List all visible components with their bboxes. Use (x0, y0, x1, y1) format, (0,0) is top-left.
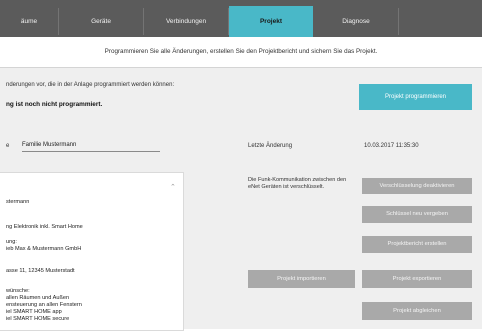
pending-changes-text: nderungen vor, die in der Anlage program… (6, 82, 175, 88)
notes-line: asse 11, 12345 Musterstadt (6, 268, 75, 274)
encryption-info-text: Die Funk-Kommunikation zwischen den eNet… (248, 177, 347, 190)
tab-divider (398, 8, 399, 35)
notes-line: allen Räumen und Außen (6, 295, 70, 301)
project-notes-panel[interactable]: stermann ng Elektronik inkl. Smart Home … (0, 172, 184, 331)
programming-status: ng ist noch nicht programmiert. (6, 101, 103, 108)
import-project-button[interactable]: Projekt importieren (248, 270, 355, 288)
chevron-up-icon[interactable]: ⌃ (170, 183, 176, 191)
notes-line: ieb Max & Mustermann GmbH (6, 246, 82, 252)
tab-projekt[interactable]: Projekt (229, 6, 313, 37)
tab-verbindungen[interactable]: Verbindungen (144, 6, 228, 37)
disable-encryption-button[interactable]: Verschlüsselung deaktivieren (362, 178, 472, 194)
project-name-field[interactable]: Familie Mustermann (22, 139, 160, 152)
export-project-button[interactable]: Projekt exportieren (362, 270, 472, 288)
last-change-value: 10.03.2017 11:35:30 (364, 143, 419, 149)
top-navigation: äume Geräte Verbindungen Projekt Diagnos… (0, 0, 482, 37)
tab-diagnose[interactable]: Diagnose (314, 6, 398, 37)
notes-line: iel SMART HOME app (6, 309, 62, 315)
notes-line: wünsche: (6, 288, 30, 294)
assign-new-key-button[interactable]: Schlüssel neu vergeben (362, 206, 472, 223)
notes-line: ensteuerung an allen Fenstern (6, 302, 82, 308)
tab-geraete[interactable]: Geräte (59, 6, 143, 37)
tab-raeume[interactable]: äume (0, 6, 58, 37)
notes-line: iel SMART HOME secure (6, 316, 70, 322)
notes-line: ung: (6, 239, 17, 245)
notes-line: stermann (6, 199, 30, 205)
notes-line: ng Elektronik inkl. Smart Home (6, 224, 83, 230)
create-report-button[interactable]: Projektbericht erstellen (362, 236, 472, 253)
programming-section: nderungen vor, die in der Anlage program… (0, 68, 482, 126)
project-info-text: Programmieren Sie alle Änderungen, erste… (0, 37, 482, 68)
project-name-label: e (6, 143, 10, 149)
sync-project-button[interactable]: Projekt abgleichen (362, 302, 472, 320)
program-project-button[interactable]: Projekt programmieren (359, 84, 472, 110)
last-change-label: Letzte Änderung (248, 143, 293, 149)
